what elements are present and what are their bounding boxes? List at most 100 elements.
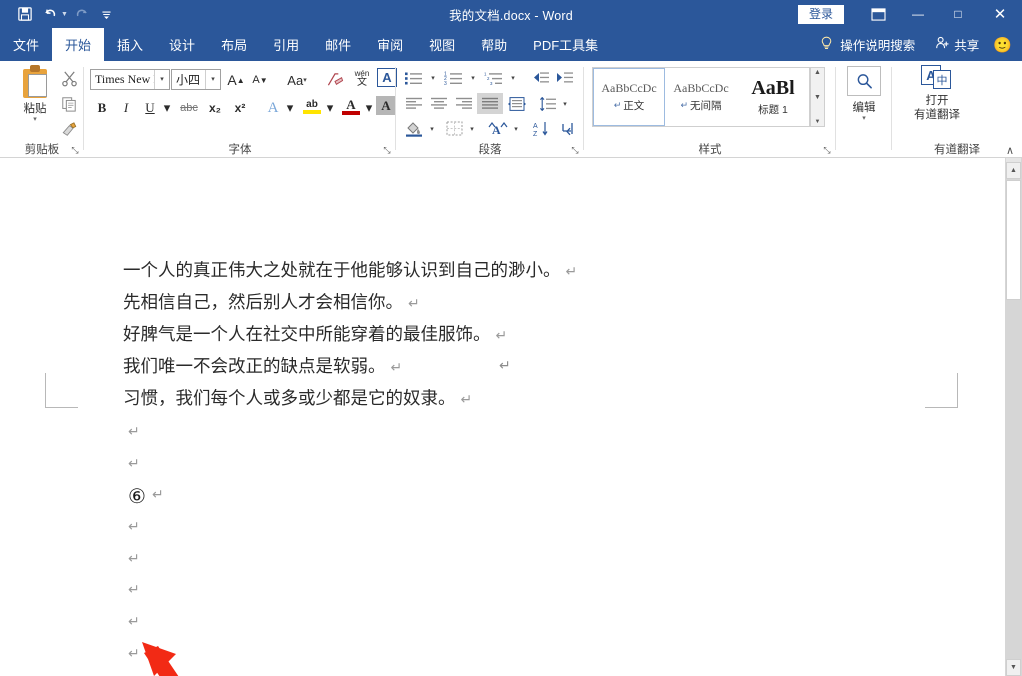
increase-indent-button[interactable] — [554, 68, 576, 88]
account-emoji-icon[interactable]: 🙂 — [989, 36, 1022, 54]
highlight-button[interactable]: ab — [300, 95, 324, 117]
bold-button[interactable]: B — [92, 97, 112, 119]
numbering-button[interactable]: 1 2 3 — [442, 68, 466, 88]
clipboard-page — [28, 74, 47, 97]
paste-caret-icon[interactable]: ▾ — [33, 116, 37, 124]
align-center-button[interactable] — [427, 93, 451, 114]
underline-caret-icon[interactable]: ▾ — [161, 97, 173, 119]
distributed-button[interactable] — [505, 93, 529, 114]
font-dialog-launcher[interactable]: ⤡ — [381, 144, 393, 156]
clipboard-dialog-launcher[interactable]: ⤡ — [69, 144, 81, 156]
style-item-heading1[interactable]: AaBl 标题 1 — [737, 68, 809, 126]
multilevel-list-button[interactable]: 1 2 3 — [482, 68, 506, 88]
paragraph-group-label: 段落 — [478, 144, 502, 156]
style-item-normal[interactable]: AaBbCcDc ↵ 正文 — [593, 68, 665, 126]
decrease-indent-button[interactable] — [530, 68, 552, 88]
tab-mailings[interactable]: 邮件 — [312, 28, 364, 61]
bullets-button[interactable] — [402, 68, 426, 88]
tab-review[interactable]: 审阅 — [364, 28, 416, 61]
tab-design[interactable]: 设计 — [156, 28, 208, 61]
editing-button[interactable]: 编辑 ▾ — [844, 66, 884, 123]
collapse-ribbon-icon[interactable]: ∧ — [1006, 144, 1014, 157]
minimize-button[interactable]: — — [898, 0, 938, 28]
clear-formatting-button[interactable] — [324, 69, 346, 91]
show-formatting-marks-button[interactable] — [556, 118, 580, 139]
tab-pdf-toolkit[interactable]: PDF工具集 — [520, 28, 611, 61]
scroll-down-button[interactable]: ▼ — [1006, 659, 1021, 676]
change-case-button[interactable]: Aa ▾ — [280, 69, 314, 91]
paste-button[interactable]: 粘贴 ▾ — [12, 65, 58, 124]
subscript-button[interactable]: x₂ — [204, 97, 226, 119]
copy-button[interactable] — [58, 93, 80, 115]
tell-me-search[interactable]: 操作说明搜索 — [810, 35, 925, 54]
align-left-button[interactable] — [402, 93, 426, 114]
style-more-icon[interactable]: ▼ — [815, 119, 821, 125]
document-canvas[interactable]: ↵ 一个人的真正伟大之处就在于他能够认识到自己的渺小。 ↵ 先相信自己，然后别人才… — [0, 158, 1005, 676]
bullets-caret-icon[interactable]: ▾ — [427, 68, 439, 88]
styles-dialog-launcher[interactable]: ⤡ — [821, 144, 833, 156]
character-border-button[interactable]: A — [377, 68, 397, 87]
font-color-caret-icon[interactable]: ▾ — [363, 97, 375, 119]
close-button[interactable]: ✕ — [978, 0, 1022, 28]
line-spacing-button[interactable] — [536, 93, 560, 114]
asian-layout-button[interactable]: A — [485, 118, 511, 139]
format-painter-button[interactable] — [58, 119, 80, 141]
justify-button[interactable] — [477, 93, 503, 114]
document-page[interactable]: ↵ 一个人的真正伟大之处就在于他能够认识到自己的渺小。 ↵ 先相信自己，然后别人才… — [0, 158, 1005, 676]
tab-insert[interactable]: 插入 — [104, 28, 156, 61]
open-youdao-button[interactable]: A 中 打开 有道翻译 — [902, 65, 972, 122]
tab-references[interactable]: 引用 — [260, 28, 312, 61]
highlight-caret-icon[interactable]: ▾ — [324, 97, 336, 119]
style-scroll-down-icon[interactable]: ▼ — [814, 94, 821, 101]
font-color-button[interactable]: A — [339, 95, 363, 117]
style-item-no-spacing[interactable]: AaBbCcDc ↵ 无间隔 — [665, 68, 737, 126]
tab-file[interactable]: 文件 — [0, 28, 52, 61]
sort-button[interactable]: A Z — [530, 118, 554, 139]
numbering-caret-icon[interactable]: ▾ — [467, 68, 479, 88]
maximize-button[interactable]: □ — [938, 0, 978, 28]
asian-layout-caret-icon[interactable]: ▾ — [510, 118, 522, 139]
tab-help[interactable]: 帮助 — [468, 28, 520, 61]
grow-font-button[interactable]: A ▲ — [226, 69, 246, 91]
svg-text:A: A — [533, 123, 538, 130]
character-shading-button[interactable]: A — [376, 96, 396, 115]
vertical-scrollbar[interactable]: ▲ ▼ — [1005, 158, 1022, 676]
shading-caret-icon[interactable]: ▾ — [426, 118, 438, 139]
cut-button[interactable] — [58, 67, 80, 89]
underline-button[interactable]: U — [140, 97, 160, 119]
editing-caret-icon[interactable]: ▾ — [862, 115, 866, 123]
ribbon-group-paragraph: ▾ 1 2 3 ▾ 1 2 3 ▾ ▾ ▾ ▾ A ▾ A Z 段落 ⤡ — [396, 61, 584, 158]
tab-view[interactable]: 视图 — [416, 28, 468, 61]
sign-in-button[interactable]: 登录 — [797, 4, 844, 24]
share-button[interactable]: 共享 — [925, 35, 989, 54]
paragraph-dialog-launcher[interactable]: ⤡ — [569, 144, 581, 156]
empty-paragraph-3: ↵ — [128, 520, 140, 535]
text-effects-button[interactable]: A — [262, 97, 284, 119]
italic-button[interactable]: I — [116, 97, 136, 119]
font-name-combobox[interactable]: Times New R ▾ — [90, 69, 170, 90]
strikethrough-button[interactable]: abc — [177, 97, 201, 119]
font-size-caret-icon[interactable]: ▾ — [205, 70, 220, 89]
borders-caret-icon[interactable]: ▾ — [466, 118, 478, 139]
phonetic-guide-button[interactable]: wén 文 — [350, 67, 374, 89]
shading-button[interactable] — [402, 118, 426, 139]
text-effects-caret-icon[interactable]: ▾ — [284, 97, 296, 119]
scrollbar-thumb[interactable] — [1006, 180, 1021, 300]
tab-layout[interactable]: 布局 — [208, 28, 260, 61]
youdao-line2: 有道翻译 — [914, 109, 960, 121]
font-color-bar — [342, 110, 360, 115]
window-controls: 登录 — □ ✕ — [797, 0, 1022, 28]
scroll-up-button[interactable]: ▲ — [1006, 162, 1021, 179]
ribbon-display-options-icon[interactable] — [858, 0, 898, 28]
align-right-button[interactable] — [452, 93, 476, 114]
borders-button[interactable] — [442, 118, 466, 139]
font-size-combobox[interactable]: 小四 ▾ — [171, 69, 221, 90]
multilevel-caret-icon[interactable]: ▾ — [507, 68, 519, 88]
tab-home[interactable]: 开始 — [52, 28, 105, 61]
font-name-caret-icon[interactable]: ▾ — [154, 70, 169, 89]
shrink-font-button[interactable]: A ▼ — [250, 69, 270, 91]
line-spacing-caret-icon[interactable]: ▾ — [559, 93, 571, 114]
superscript-button[interactable]: x² — [229, 97, 251, 119]
ribbon: 粘贴 ▾ 剪贴板 ⤡ Times New ▾ 小四 ▾ A ▲ A ▼ Aa ▾… — [0, 61, 1022, 158]
style-scroll-up-icon[interactable]: ▲ — [814, 69, 821, 76]
